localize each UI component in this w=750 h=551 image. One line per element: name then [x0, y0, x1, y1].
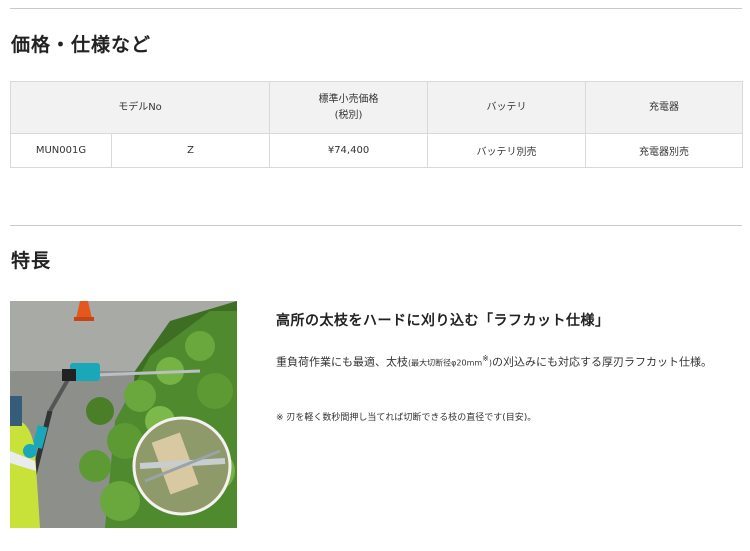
- header-model: モデルNo: [9, 81, 271, 134]
- feature-title: 特長: [11, 250, 52, 272]
- cell-model: MUN001G: [10, 133, 112, 168]
- spec-table: モデルNo 標準小売価格 (税別) バッテリ 充電器 MUN001G Z ¥74…: [9, 81, 744, 168]
- feature-body-size: 20mm: [456, 358, 483, 368]
- cell-variant: Z: [110, 133, 271, 168]
- header-price-line1: 標準小売価格: [318, 93, 379, 105]
- feature-description: 重負荷作業にも最適、太枝(最大切断径φ20mm※)の刈込みにも対応する厚刃ラフカ…: [276, 348, 742, 375]
- header-price: 標準小売価格 (税別): [269, 81, 429, 134]
- header-battery: バッテリ: [427, 81, 587, 134]
- cell-charger: 充電器別売: [585, 133, 744, 168]
- table-row: MUN001G Z ¥74,400 バッテリ別売 充電器別売: [10, 133, 744, 168]
- feature-body-mark: ※: [482, 354, 489, 363]
- header-charger: 充電器: [585, 81, 744, 134]
- cell-price: ¥74,400: [269, 133, 429, 168]
- header-price-line2: (税別): [334, 109, 363, 121]
- cell-battery: バッテリ別売: [427, 133, 587, 168]
- top-divider: [10, 8, 742, 9]
- feature-body-post: の刈込みにも対応する厚刃ラフカット仕様。: [492, 355, 712, 369]
- feature-body-pre: 重負荷作業にも最適、太枝: [276, 355, 408, 369]
- feature-note: ※ 刃を軽く数秒間押し当てれば切断できる枝の直径です(目安)。: [276, 413, 537, 423]
- spec-table-header-row: モデルNo 標準小売価格 (税別) バッテリ 充電器: [9, 81, 744, 134]
- feature-body-small: (最大切断径: [408, 358, 452, 368]
- price-spec-title: 価格・仕様など: [11, 34, 152, 56]
- section-divider: [10, 225, 742, 226]
- product-photo: [10, 301, 237, 528]
- feature-heading: 高所の太枝をハードに刈り込む「ラフカット仕様」: [276, 313, 610, 329]
